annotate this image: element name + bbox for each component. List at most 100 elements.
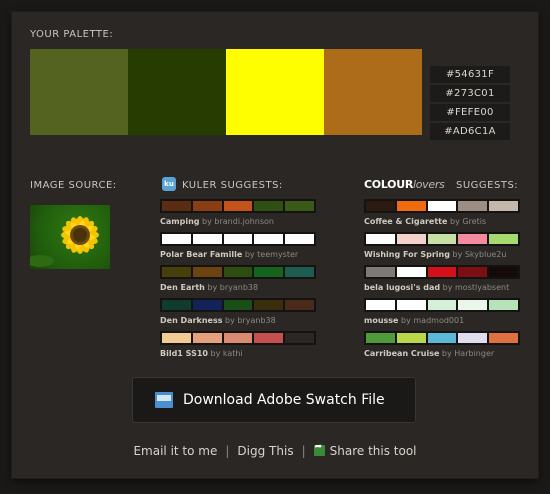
suggestion-author[interactable]: madmod001 xyxy=(413,316,464,325)
color-swatch[interactable] xyxy=(427,300,457,310)
kuler-suggestion[interactable]: Den Earth by bryanb38 xyxy=(160,265,320,292)
suggestion-name[interactable]: Den Earth xyxy=(160,283,205,292)
color-swatch[interactable] xyxy=(366,234,395,244)
color-swatch[interactable] xyxy=(427,333,457,343)
colourlovers-suggestion[interactable]: bela lugosi's dad by mostlyabsent xyxy=(364,265,524,292)
color-swatch[interactable] xyxy=(254,300,284,310)
colourlovers-swatch-row[interactable] xyxy=(364,232,520,246)
color-swatch[interactable] xyxy=(162,300,191,310)
kuler-swatch-row[interactable] xyxy=(160,265,316,279)
color-swatch[interactable] xyxy=(396,234,426,244)
palette-swatch-2[interactable] xyxy=(128,49,226,135)
suggestion-name[interactable]: mousse xyxy=(364,316,398,325)
color-swatch[interactable] xyxy=(254,201,284,211)
colourlovers-swatch-row[interactable] xyxy=(364,331,520,345)
suggestion-name[interactable]: Den Darkness xyxy=(160,316,223,325)
color-swatch[interactable] xyxy=(366,300,395,310)
color-swatch[interactable] xyxy=(223,234,253,244)
suggestion-author[interactable]: Gretis xyxy=(462,217,486,226)
color-swatch[interactable] xyxy=(223,267,253,277)
suggestion-name[interactable]: bela lugosi's dad xyxy=(364,283,440,292)
colourlovers-suggestion[interactable]: Coffee & Cigarette by Gretis xyxy=(364,199,524,226)
color-swatch[interactable] xyxy=(458,300,488,310)
color-swatch[interactable] xyxy=(489,234,518,244)
suggestion-author[interactable]: Harbinger xyxy=(454,349,494,358)
colourlovers-suggestion[interactable]: Wishing For Spring by Skyblue2u xyxy=(364,232,524,259)
suggestion-name[interactable]: Bild1 SS10 xyxy=(160,349,208,358)
color-swatch[interactable] xyxy=(489,267,518,277)
hex-code-1[interactable]: #54631F xyxy=(430,66,510,83)
colourlovers-swatch-row[interactable] xyxy=(364,298,520,312)
color-swatch[interactable] xyxy=(223,300,253,310)
suggestion-name[interactable]: Coffee & Cigarette xyxy=(364,217,447,226)
color-swatch[interactable] xyxy=(192,267,222,277)
download-swatch-button[interactable]: Download Adobe Swatch File xyxy=(132,377,416,423)
color-swatch[interactable] xyxy=(223,333,253,343)
kuler-swatch-row[interactable] xyxy=(160,331,316,345)
suggestion-author[interactable]: kathi xyxy=(223,349,243,358)
color-swatch[interactable] xyxy=(285,267,314,277)
color-swatch[interactable] xyxy=(254,333,284,343)
kuler-swatch-row[interactable] xyxy=(160,298,316,312)
colourlovers-logo[interactable]: COLOURlovers xyxy=(364,178,445,191)
color-swatch[interactable] xyxy=(285,234,314,244)
color-swatch[interactable] xyxy=(162,234,191,244)
color-swatch[interactable] xyxy=(489,201,518,211)
kuler-suggestion[interactable]: Polar Bear Famille by teemyster xyxy=(160,232,320,259)
source-image-sunflower[interactable] xyxy=(30,205,110,269)
hex-code-4[interactable]: #AD6C1A xyxy=(430,123,510,140)
color-swatch[interactable] xyxy=(458,234,488,244)
color-swatch[interactable] xyxy=(285,201,314,211)
color-swatch[interactable] xyxy=(427,267,457,277)
hex-code-3[interactable]: #FEFE00 xyxy=(430,104,510,121)
color-swatch[interactable] xyxy=(162,201,191,211)
suggestion-author[interactable]: bryanb38 xyxy=(237,316,275,325)
colourlovers-suggestion[interactable]: Carribean Cruise by Harbinger xyxy=(364,331,524,358)
colourlovers-swatch-row[interactable] xyxy=(364,265,520,279)
colourlovers-swatch-row[interactable] xyxy=(364,199,520,213)
color-swatch[interactable] xyxy=(162,267,191,277)
color-swatch[interactable] xyxy=(254,267,284,277)
kuler-swatch-row[interactable] xyxy=(160,232,316,246)
color-swatch[interactable] xyxy=(458,333,488,343)
suggestion-author[interactable]: Skyblue2u xyxy=(465,250,507,259)
color-swatch[interactable] xyxy=(162,333,191,343)
palette-swatch-1[interactable] xyxy=(30,49,128,135)
palette-swatch-3[interactable] xyxy=(226,49,324,135)
suggestion-name[interactable]: Carribean Cruise xyxy=(364,349,439,358)
hex-code-2[interactable]: #273C01 xyxy=(430,85,510,102)
suggestion-name[interactable]: Camping xyxy=(160,217,200,226)
colourlovers-suggestion[interactable]: mousse by madmod001 xyxy=(364,298,524,325)
kuler-suggestion[interactable]: Camping by brandi.johnson xyxy=(160,199,320,226)
color-swatch[interactable] xyxy=(396,333,426,343)
color-swatch[interactable] xyxy=(192,333,222,343)
color-swatch[interactable] xyxy=(458,201,488,211)
share-link[interactable]: Share this tool xyxy=(330,444,417,458)
color-swatch[interactable] xyxy=(427,201,457,211)
color-swatch[interactable] xyxy=(489,300,518,310)
kuler-suggestion[interactable]: Bild1 SS10 by kathi xyxy=(160,331,320,358)
color-swatch[interactable] xyxy=(192,234,222,244)
color-swatch[interactable] xyxy=(396,267,426,277)
palette-swatch-4[interactable] xyxy=(324,49,422,135)
digg-link[interactable]: Digg This xyxy=(237,444,293,458)
suggestion-name[interactable]: Wishing For Spring xyxy=(364,250,450,259)
color-swatch[interactable] xyxy=(366,201,395,211)
suggestion-author[interactable]: brandi.johnson xyxy=(214,217,274,226)
suggestion-name[interactable]: Polar Bear Famille xyxy=(160,250,242,259)
color-swatch[interactable] xyxy=(285,300,314,310)
kuler-swatch-row[interactable] xyxy=(160,199,316,213)
color-swatch[interactable] xyxy=(192,300,222,310)
color-swatch[interactable] xyxy=(254,234,284,244)
color-swatch[interactable] xyxy=(223,201,253,211)
kuler-suggestion[interactable]: Den Darkness by bryanb38 xyxy=(160,298,320,325)
color-swatch[interactable] xyxy=(366,267,395,277)
color-swatch[interactable] xyxy=(396,300,426,310)
suggestion-author[interactable]: bryanb38 xyxy=(220,283,258,292)
color-swatch[interactable] xyxy=(192,201,222,211)
color-swatch[interactable] xyxy=(366,333,395,343)
color-swatch[interactable] xyxy=(396,201,426,211)
color-swatch[interactable] xyxy=(285,333,314,343)
email-link[interactable]: Email it to me xyxy=(133,444,217,458)
suggestion-author[interactable]: teemyster xyxy=(257,250,298,259)
